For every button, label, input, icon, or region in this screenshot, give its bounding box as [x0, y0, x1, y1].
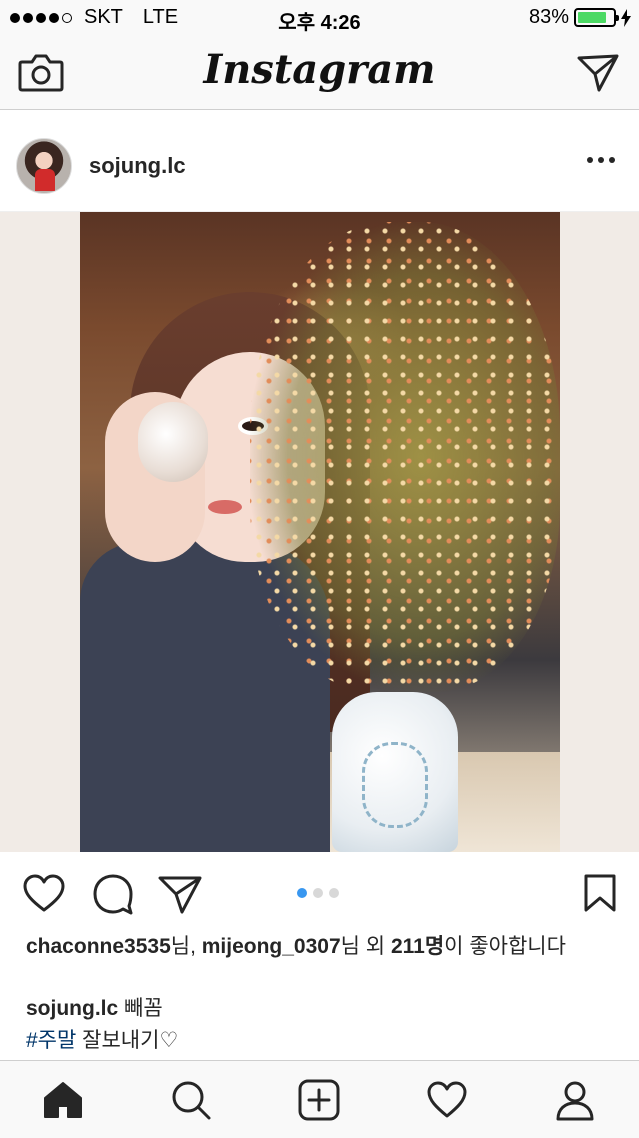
- like-button[interactable]: [22, 872, 66, 916]
- more-dot: [587, 157, 593, 163]
- carousel-dot: [329, 888, 339, 898]
- post-action-bar: [0, 852, 639, 934]
- likes-count[interactable]: 211명: [391, 935, 444, 958]
- likes-text: 님,: [170, 935, 202, 958]
- comment-button[interactable]: [91, 872, 135, 916]
- paper-plane-icon: [158, 876, 202, 914]
- photo-vase: [332, 692, 458, 852]
- direct-message-button[interactable]: [577, 52, 619, 94]
- caption-username[interactable]: sojung.lc: [26, 997, 118, 1020]
- likes-text: 이 좋아합니다: [444, 935, 566, 958]
- paper-plane-icon: [577, 54, 619, 92]
- post-photo[interactable]: [80, 212, 560, 852]
- tab-activity[interactable]: [426, 1079, 468, 1121]
- post-caption: sojung.lc 빼꼼: [26, 996, 616, 1022]
- carousel-indicator: [297, 888, 339, 898]
- carousel-dot: [297, 888, 307, 898]
- share-button[interactable]: [158, 872, 202, 916]
- hashtag-link[interactable]: #주말: [26, 1029, 76, 1052]
- photo-lips: [208, 500, 242, 514]
- status-bar: SKT LTE 오후 4:26 83%: [0, 0, 639, 36]
- carousel-dot: [313, 888, 323, 898]
- tab-search[interactable]: [170, 1079, 212, 1121]
- battery-icon: [574, 8, 619, 27]
- post-username[interactable]: sojung.lc: [89, 153, 186, 179]
- battery-fill: [578, 12, 607, 23]
- post-header: sojung.lc: [0, 111, 639, 212]
- likes-text: 님 외: [340, 935, 391, 958]
- tab-profile[interactable]: [554, 1079, 596, 1121]
- photo-flowers: [250, 222, 560, 692]
- caption-hashtag-line: #주말 잘보내기♡: [26, 1028, 178, 1054]
- top-nav: Instagram: [0, 36, 639, 110]
- battery-percent: 83%: [528, 6, 569, 28]
- photo-shell: [138, 402, 208, 482]
- instagram-logo: Instagram: [203, 46, 436, 93]
- caption-text: 빼꼼: [118, 997, 163, 1020]
- plus-square-icon: [298, 1079, 340, 1121]
- more-dot: [598, 157, 604, 163]
- bookmark-icon: [584, 874, 616, 912]
- user-icon: [556, 1081, 594, 1121]
- post-photo-area: [0, 212, 639, 852]
- heart-icon: [23, 874, 65, 912]
- charging-bolt-icon: [621, 8, 631, 27]
- heart-icon: [427, 1081, 467, 1118]
- status-right: 83%: [529, 6, 631, 29]
- more-options-button[interactable]: [587, 157, 615, 163]
- bottom-tab-bar: [0, 1060, 639, 1138]
- search-icon: [172, 1081, 211, 1120]
- home-icon: [44, 1082, 82, 1118]
- avatar[interactable]: [16, 138, 72, 194]
- save-button[interactable]: [581, 872, 619, 916]
- liker-username[interactable]: mijeong_0307: [202, 935, 341, 958]
- tab-add[interactable]: [298, 1079, 340, 1121]
- liker-username[interactable]: chaconne3535: [26, 935, 171, 958]
- likes-summary[interactable]: chaconne3535님, mijeong_0307님 외 211명이 좋아합…: [26, 934, 616, 960]
- comment-icon: [93, 874, 133, 915]
- tab-home[interactable]: [42, 1079, 84, 1121]
- caption-text: 잘보내기♡: [76, 1029, 179, 1052]
- more-dot: [609, 157, 615, 163]
